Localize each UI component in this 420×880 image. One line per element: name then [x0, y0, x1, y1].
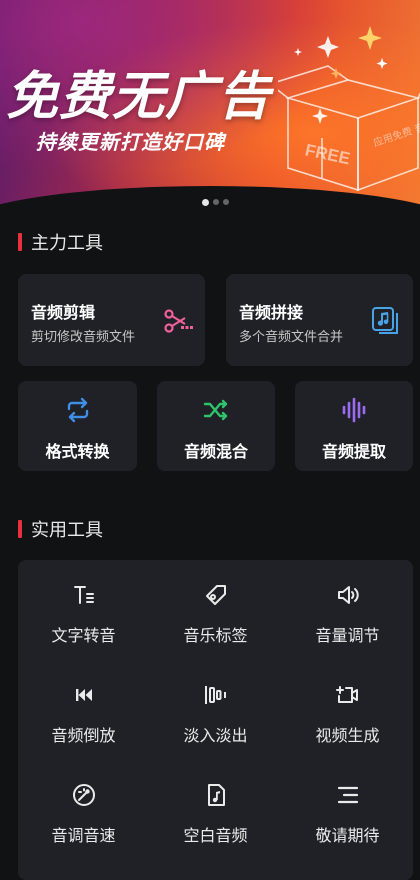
fade-icon [204, 686, 226, 704]
video-icon [335, 686, 358, 703]
section-utility-tools: 实用工具 [18, 519, 103, 541]
tool-pitch-speed[interactable]: 音调音速 [18, 783, 149, 846]
tool-label: 视频生成 [315, 726, 380, 745]
tool-label: 文字转音 [51, 626, 116, 645]
banner-title: 免费无广告 [6, 67, 272, 127]
volume-icon [337, 586, 359, 604]
section-title-text: 主力工具 [31, 233, 103, 254]
tool-label: 空白音频 [183, 826, 248, 845]
convert-icon [67, 397, 88, 423]
promo-banner[interactable]: 免费无广告 持续更新打造好口碑 FREE 应用免费 音频剪辑 [0, 0, 420, 222]
tool-audio-reverse[interactable]: 音频倒放 [18, 683, 149, 746]
tool-text-to-speech[interactable]: 文字转音 [18, 583, 149, 646]
section-main-tools: 主力工具 [18, 232, 103, 254]
tool-fade-in-out[interactable]: 淡入淡出 [150, 683, 281, 746]
music-files-icon [372, 307, 398, 334]
tag-icon [205, 585, 226, 605]
card-title: 音频拼接 [239, 303, 304, 322]
indicator-dot [202, 198, 209, 206]
tool-label: 音调音速 [51, 826, 116, 845]
tool-label: 音频倒放 [51, 726, 116, 745]
card-audio-merge[interactable]: 音频拼接 多个音频文件合并 [226, 274, 413, 366]
waveform-icon [342, 397, 366, 423]
banner-page-indicator [202, 198, 229, 206]
indicator-dot [223, 199, 229, 205]
scissors-icon [164, 309, 193, 333]
card-title: 音频剪辑 [31, 303, 96, 322]
card-audio-extract[interactable]: 音频提取 [295, 381, 413, 471]
section-accent-bar [18, 233, 22, 251]
menu-lines-icon [337, 786, 358, 804]
utility-tools-grid: 文字转音 音乐标签 音量调节 音频倒放 淡入淡出 视频生成 音调音速 空白音频 … [18, 560, 413, 880]
tool-blank-audio[interactable]: 空白音频 [150, 783, 281, 846]
tool-label: 音乐标签 [183, 626, 248, 645]
card-label: 格式转换 [45, 442, 110, 461]
card-label: 音频提取 [321, 442, 386, 461]
tool-label: 淡入淡出 [183, 726, 248, 745]
tool-label: 音量调节 [315, 626, 380, 645]
text-icon [73, 586, 94, 604]
card-audio-cut[interactable]: 音频剪辑 剪切修改音频文件 [18, 274, 205, 366]
section-title-text: 实用工具 [31, 520, 103, 541]
tool-coming-soon[interactable]: 敬请期待 [282, 783, 413, 846]
indicator-dot [213, 199, 219, 205]
section-accent-bar [18, 520, 22, 538]
rewind-icon [75, 689, 92, 701]
card-label: 音频混合 [183, 442, 248, 461]
tool-video-generate[interactable]: 视频生成 [282, 683, 413, 746]
card-description: 剪切修改音频文件 [31, 330, 136, 345]
box-side-text: 应用免费 音频剪辑 [372, 111, 420, 149]
tool-music-tag[interactable]: 音乐标签 [150, 583, 281, 646]
gift-box-illustration: FREE 应用免费 音频剪辑 [278, 26, 420, 192]
music-file-icon [207, 784, 225, 806]
banner-subtitle: 持续更新打造好口碑 [36, 130, 225, 154]
card-format-convert[interactable]: 格式转换 [18, 381, 137, 471]
card-description: 多个音频文件合并 [239, 330, 344, 345]
box-free-label: FREE [303, 140, 351, 168]
tool-label: 敬请期待 [315, 826, 380, 845]
tool-volume-adjust[interactable]: 音量调节 [282, 583, 413, 646]
compass-icon [72, 784, 95, 806]
card-audio-mix[interactable]: 音频混合 [157, 381, 275, 471]
shuffle-icon [203, 399, 228, 421]
